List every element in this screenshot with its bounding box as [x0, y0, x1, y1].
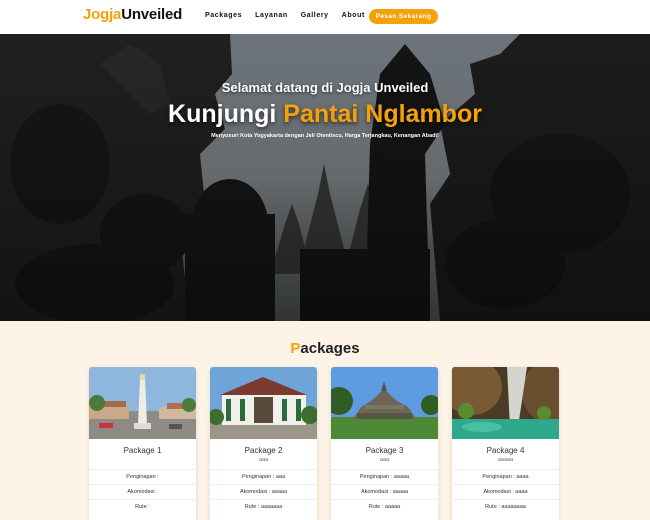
nav-link-gallery[interactable]: Gallery [301, 12, 329, 19]
package-3-name: Package 3 [365, 446, 404, 455]
package-2-penginapan: Penginapan : aaa [210, 469, 317, 484]
packages-title-initial: P [290, 340, 301, 357]
package-3-photo [331, 367, 438, 439]
packages-title-rest: ackages [300, 340, 360, 357]
package-2-rute: Rute : aaaaaaa [210, 499, 317, 514]
package-4-subtitle: aaaaa [497, 457, 514, 463]
hero-headline-highlight: Pantai Nglambor [283, 100, 482, 128]
package-3-subtitle: aaa [379, 457, 390, 463]
package-2-photo [210, 367, 317, 439]
brand-logo-part2: Unveiled [121, 6, 183, 23]
package-3-penginapan: Penginapan : aaaaa [331, 469, 438, 484]
package-1-akomodasi: Akomodasi : [89, 484, 196, 499]
package-1-rute: Rute : [89, 499, 196, 514]
package-3-rute: Rute : aaaaa [331, 499, 438, 514]
package-2-name: Package 2 [244, 446, 283, 455]
package-card-3[interactable]: Package 3 aaa Penginapan : aaaaa Akomoda… [331, 367, 438, 520]
package-4-akomodasi: Akomodasi : aaaa [452, 484, 559, 499]
hero-headline: Kunjungi Pantai Nglambor [0, 100, 650, 129]
packages-section: Packages Package 1 Penginapan : Akomodas… [0, 321, 650, 520]
hero-headline-prefix: Kunjungi [168, 100, 284, 128]
package-1-subtitle [89, 457, 196, 469]
package-card-1[interactable]: Package 1 Penginapan : Akomodasi : Rute … [89, 367, 196, 520]
package-card-2[interactable]: Package 2 aaa Penginapan : aaa Akomodasi… [210, 367, 317, 520]
package-4-rute: Rute : aaaaaaaa [452, 499, 559, 514]
package-3-akomodasi: Akomodasi : aaaaa [331, 484, 438, 499]
package-1-penginapan: Penginapan : [89, 469, 196, 484]
hero-banner: Selamat datang di Jogja Unveiled Kunjung… [0, 34, 650, 321]
hero-tagline: Menyusuri Kota Yogyakarta dengan Jeli Ot… [211, 133, 439, 139]
package-1-photo [89, 367, 196, 439]
brand-logo-part1: Jogja [83, 6, 122, 23]
package-2-akomodasi: Akomodasi : aaaaa [210, 484, 317, 499]
package-1-name: Package 1 [123, 446, 162, 455]
nav-link-layanan[interactable]: Layanan [255, 12, 288, 19]
book-now-button[interactable]: Pesan Sekarang [369, 9, 438, 24]
hero-welcome-text: Selamat datang di Jogja Unveiled [221, 80, 429, 95]
package-4-penginapan: Penginapan : aaaa [452, 469, 559, 484]
nav-menu: Packages Layanan Gallery About [205, 12, 378, 19]
package-4-photo [452, 367, 559, 439]
package-2-subtitle: aaa [258, 457, 269, 463]
package-card-4[interactable]: Package 4 aaaaa Penginapan : aaaa Akomod… [452, 367, 559, 520]
hero-temple-image [0, 34, 650, 321]
packages-title: Packages [0, 340, 650, 357]
top-navbar: JogjaUnveiled Packages Layanan Gallery A… [0, 0, 650, 34]
package-4-name: Package 4 [486, 446, 525, 455]
brand-logo[interactable]: JogjaUnveiled [83, 6, 182, 23]
nav-link-about[interactable]: About [342, 12, 365, 19]
nav-link-packages[interactable]: Packages [205, 12, 242, 19]
